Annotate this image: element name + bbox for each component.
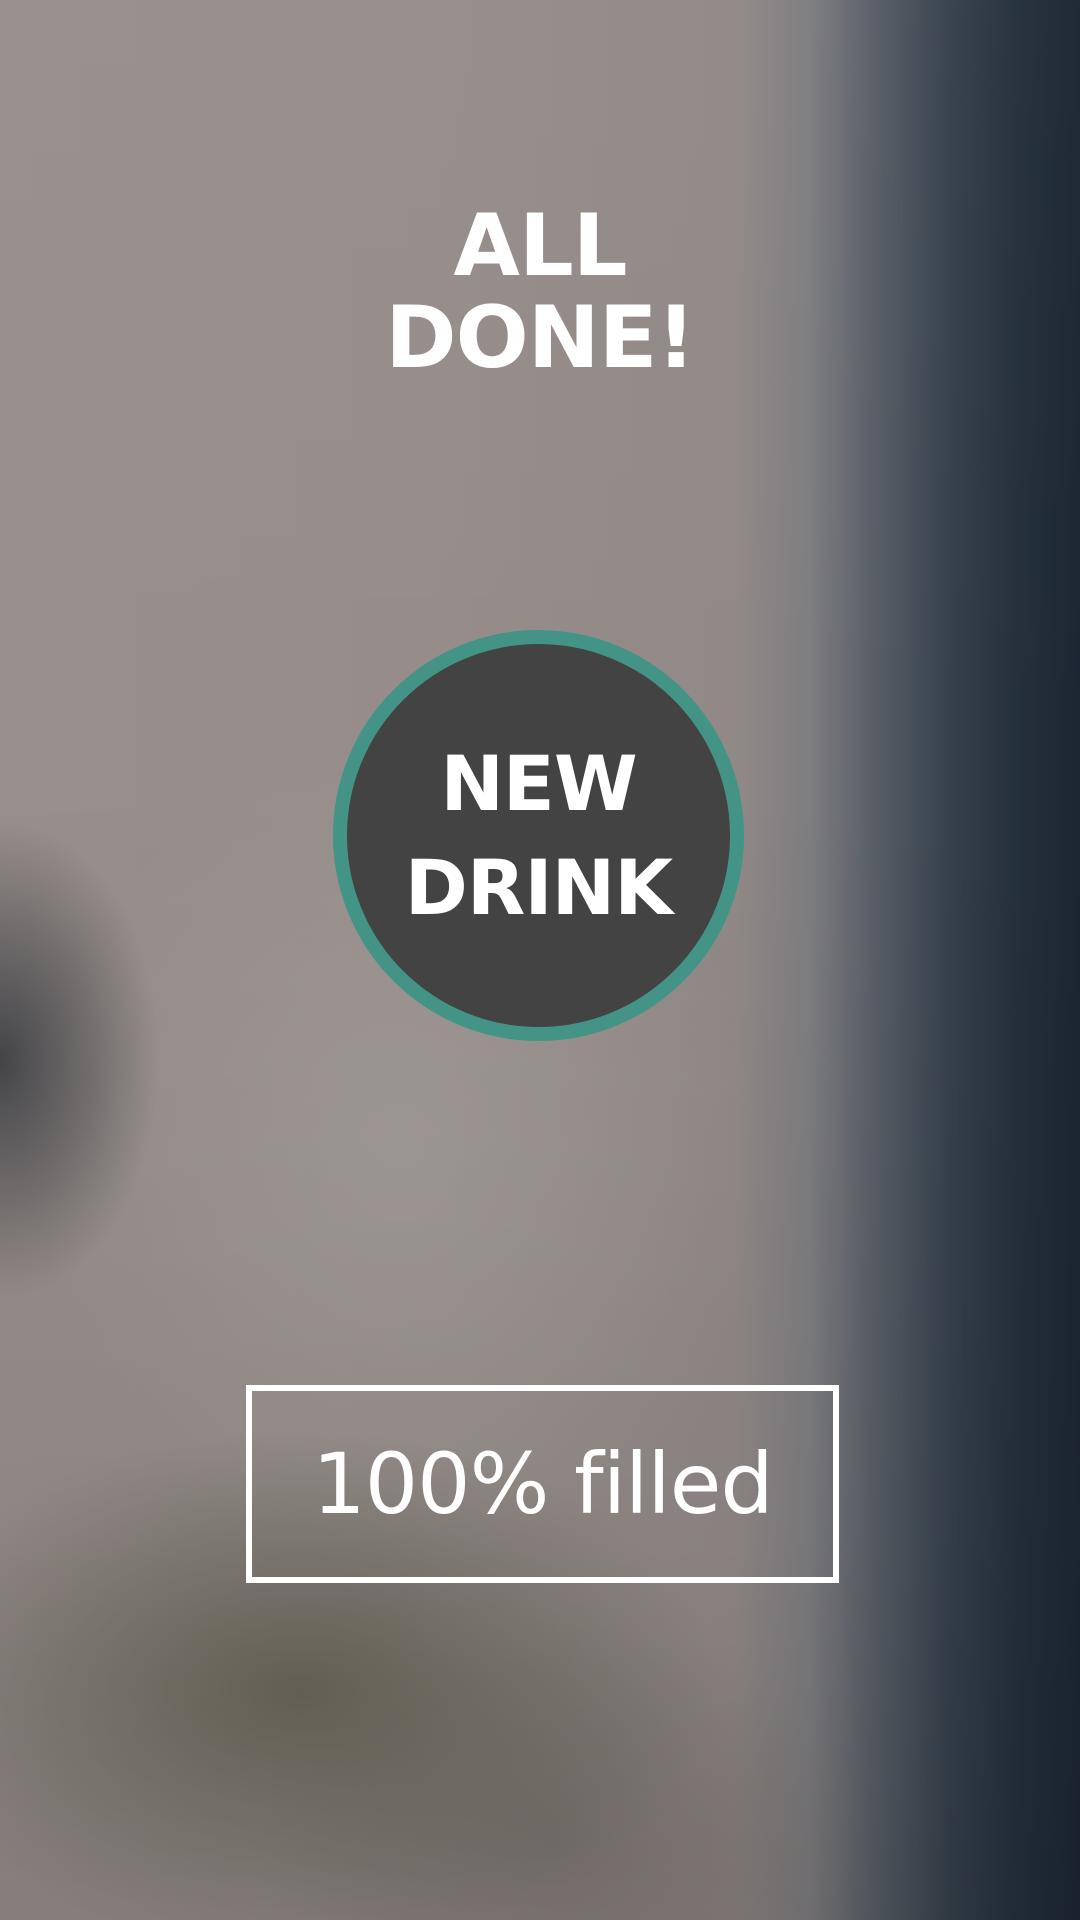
fill-status-text: 100% filled bbox=[312, 1435, 773, 1533]
fill-status-box: 100% filled bbox=[246, 1385, 839, 1583]
title-line-1: ALL bbox=[453, 196, 627, 296]
completion-title: ALL DONE! bbox=[0, 200, 1080, 384]
new-drink-label-line-2: DRINK bbox=[404, 842, 673, 932]
new-drink-label-line-1: NEW bbox=[440, 738, 637, 828]
new-drink-button[interactable]: NEW DRINK bbox=[333, 630, 744, 1041]
title-line-2: DONE! bbox=[385, 288, 695, 388]
